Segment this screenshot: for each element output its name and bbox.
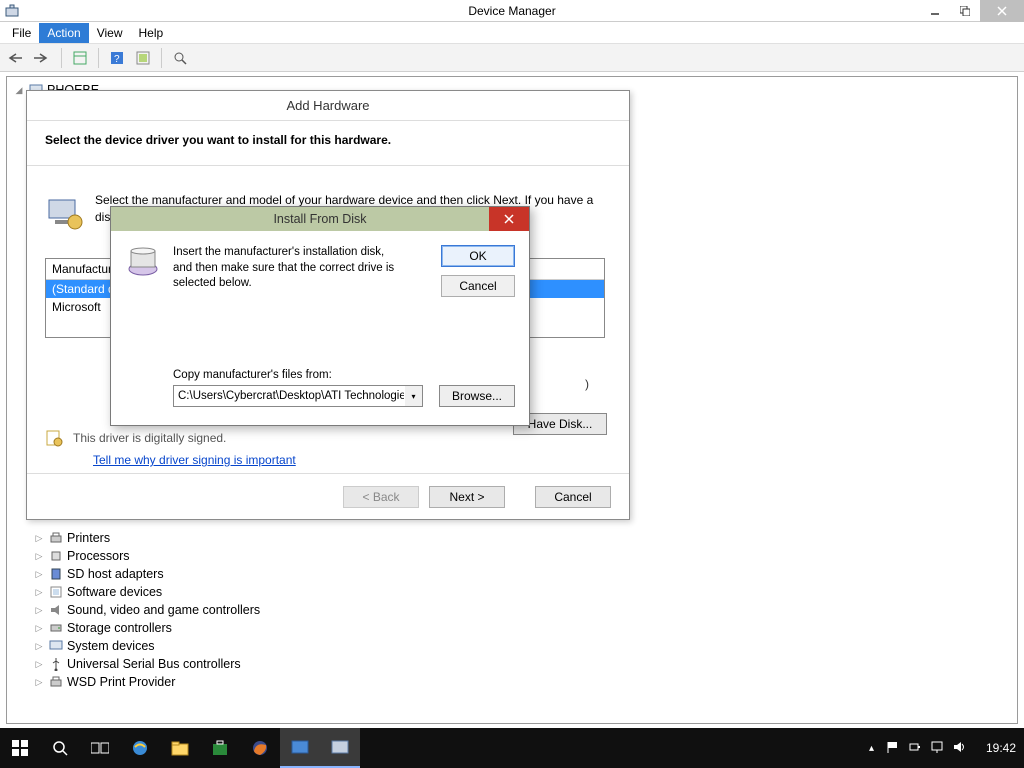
usb-icon (48, 656, 64, 672)
tree-item[interactable]: ▷ System devices (9, 637, 1015, 655)
tree-item[interactable]: ▷ WSD Print Provider (9, 673, 1015, 691)
browse-button[interactable]: Browse... (439, 385, 515, 407)
certificate-icon (45, 429, 63, 447)
task-view-icon[interactable] (80, 728, 120, 768)
menu-file[interactable]: File (4, 23, 39, 43)
install-from-disk-title-text: Install From Disk (273, 212, 366, 226)
toolbar: ? (0, 44, 1024, 72)
taskbar[interactable]: ▴ 19:42 (0, 728, 1024, 768)
taskbar-store-icon[interactable] (200, 728, 240, 768)
tray-chevron-up-icon[interactable]: ▴ (869, 743, 874, 754)
tree-item[interactable]: ▷ Processors (9, 547, 1015, 565)
storage-icon (48, 620, 64, 636)
expand-icon[interactable]: ▷ (33, 677, 45, 688)
tree-item[interactable]: ▷ Universal Serial Bus controllers (9, 655, 1015, 673)
driver-signed-text: This driver is digitally signed. (73, 431, 226, 445)
tree-label: SD host adapters (67, 567, 164, 581)
app-icon (4, 3, 20, 19)
software-icon (48, 584, 64, 600)
window-title: Device Manager (0, 4, 1024, 18)
window-titlebar: Device Manager (0, 0, 1024, 22)
taskbar-ie-icon[interactable] (120, 728, 160, 768)
tree-label: Storage controllers (67, 621, 172, 635)
expand-icon[interactable]: ▷ (33, 551, 45, 562)
toolbar-scan-icon[interactable] (132, 47, 154, 69)
tree-item[interactable]: ▷ SD host adapters (9, 565, 1015, 583)
wizard-heading: Select the device driver you want to ins… (45, 133, 611, 147)
taskbar-devmgr-icon[interactable] (320, 728, 360, 768)
menu-action[interactable]: Action (39, 23, 88, 43)
path-dropdown-icon[interactable]: ▾ (405, 385, 423, 407)
taskbar-explorer-icon[interactable] (160, 728, 200, 768)
ok-button[interactable]: OK (441, 245, 515, 267)
tree-label: WSD Print Provider (67, 675, 175, 689)
install-from-disk-message: Insert the manufacturer's installation d… (173, 245, 403, 292)
wizard-cancel-button[interactable]: Cancel (535, 486, 611, 508)
expand-icon[interactable]: ▷ (33, 623, 45, 634)
search-icon[interactable] (40, 728, 80, 768)
wizard-next-button[interactable]: Next > (429, 486, 505, 508)
add-hardware-title: Add Hardware (27, 91, 629, 121)
tree-item[interactable]: ▷ Software devices (9, 583, 1015, 601)
taskbar-firefox-icon[interactable] (240, 728, 280, 768)
tree-item[interactable]: ▷ Printers (9, 529, 1015, 547)
expand-icon[interactable]: ▷ (33, 641, 45, 652)
tree-item[interactable]: ▷ Sound, video and game controllers (9, 601, 1015, 619)
sound-icon (48, 602, 64, 618)
collapse-icon[interactable]: ◢ (13, 85, 25, 96)
close-button[interactable] (980, 0, 1024, 22)
start-button[interactable] (0, 728, 40, 768)
volume-icon[interactable] (952, 740, 966, 757)
dialog-close-button[interactable] (489, 207, 529, 231)
copy-from-label: Copy manufacturer's files from: (173, 369, 332, 381)
cancel-button[interactable]: Cancel (441, 275, 515, 297)
toolbar-search-icon[interactable] (169, 47, 191, 69)
minimize-button[interactable] (920, 0, 950, 22)
svg-text:?: ? (114, 54, 120, 65)
maximize-button[interactable] (950, 0, 980, 22)
power-icon[interactable] (908, 740, 922, 757)
device-icon (45, 192, 85, 232)
sd-icon (48, 566, 64, 582)
wizard-back-button[interactable]: < Back (343, 486, 419, 508)
toolbar-help-icon[interactable]: ? (106, 47, 128, 69)
expand-icon[interactable]: ▷ (33, 533, 45, 544)
system-tray[interactable] (886, 740, 966, 757)
nav-back-icon[interactable] (6, 47, 28, 69)
install-from-disk-dialog: Install From Disk Insert the manufacture… (110, 206, 530, 426)
driver-signing-link[interactable]: Tell me why driver signing is important (93, 453, 296, 467)
toolbar-properties-icon[interactable] (69, 47, 91, 69)
tree-label: Universal Serial Bus controllers (67, 657, 241, 671)
expand-icon[interactable]: ▷ (33, 587, 45, 598)
printer-icon (48, 530, 64, 546)
tree-label: Printers (67, 531, 110, 545)
expand-icon[interactable]: ▷ (33, 569, 45, 580)
disk-icon (125, 245, 161, 281)
taskbar-app-running[interactable] (280, 728, 320, 768)
printer-icon (48, 674, 64, 690)
install-from-disk-title: Install From Disk (111, 207, 529, 231)
menu-view[interactable]: View (89, 23, 131, 43)
menu-help[interactable]: Help (131, 23, 172, 43)
expand-icon[interactable]: ▷ (33, 659, 45, 670)
nav-forward-icon[interactable] (32, 47, 54, 69)
tree-item[interactable]: ▷ Storage controllers (9, 619, 1015, 637)
network-icon[interactable] (930, 740, 944, 757)
tree-label: System devices (67, 639, 155, 653)
tree-label: Sound, video and game controllers (67, 603, 260, 617)
tree-label: Processors (67, 549, 130, 563)
system-icon (48, 638, 64, 654)
flag-icon[interactable] (886, 740, 900, 757)
path-input[interactable] (173, 385, 423, 407)
expand-icon[interactable]: ▷ (33, 605, 45, 616)
truncated-text: ) (585, 377, 589, 391)
menu-bar: File Action View Help (0, 22, 1024, 44)
tree-label: Software devices (67, 585, 162, 599)
cpu-icon (48, 548, 64, 564)
taskbar-clock[interactable]: 19:42 (986, 741, 1016, 755)
